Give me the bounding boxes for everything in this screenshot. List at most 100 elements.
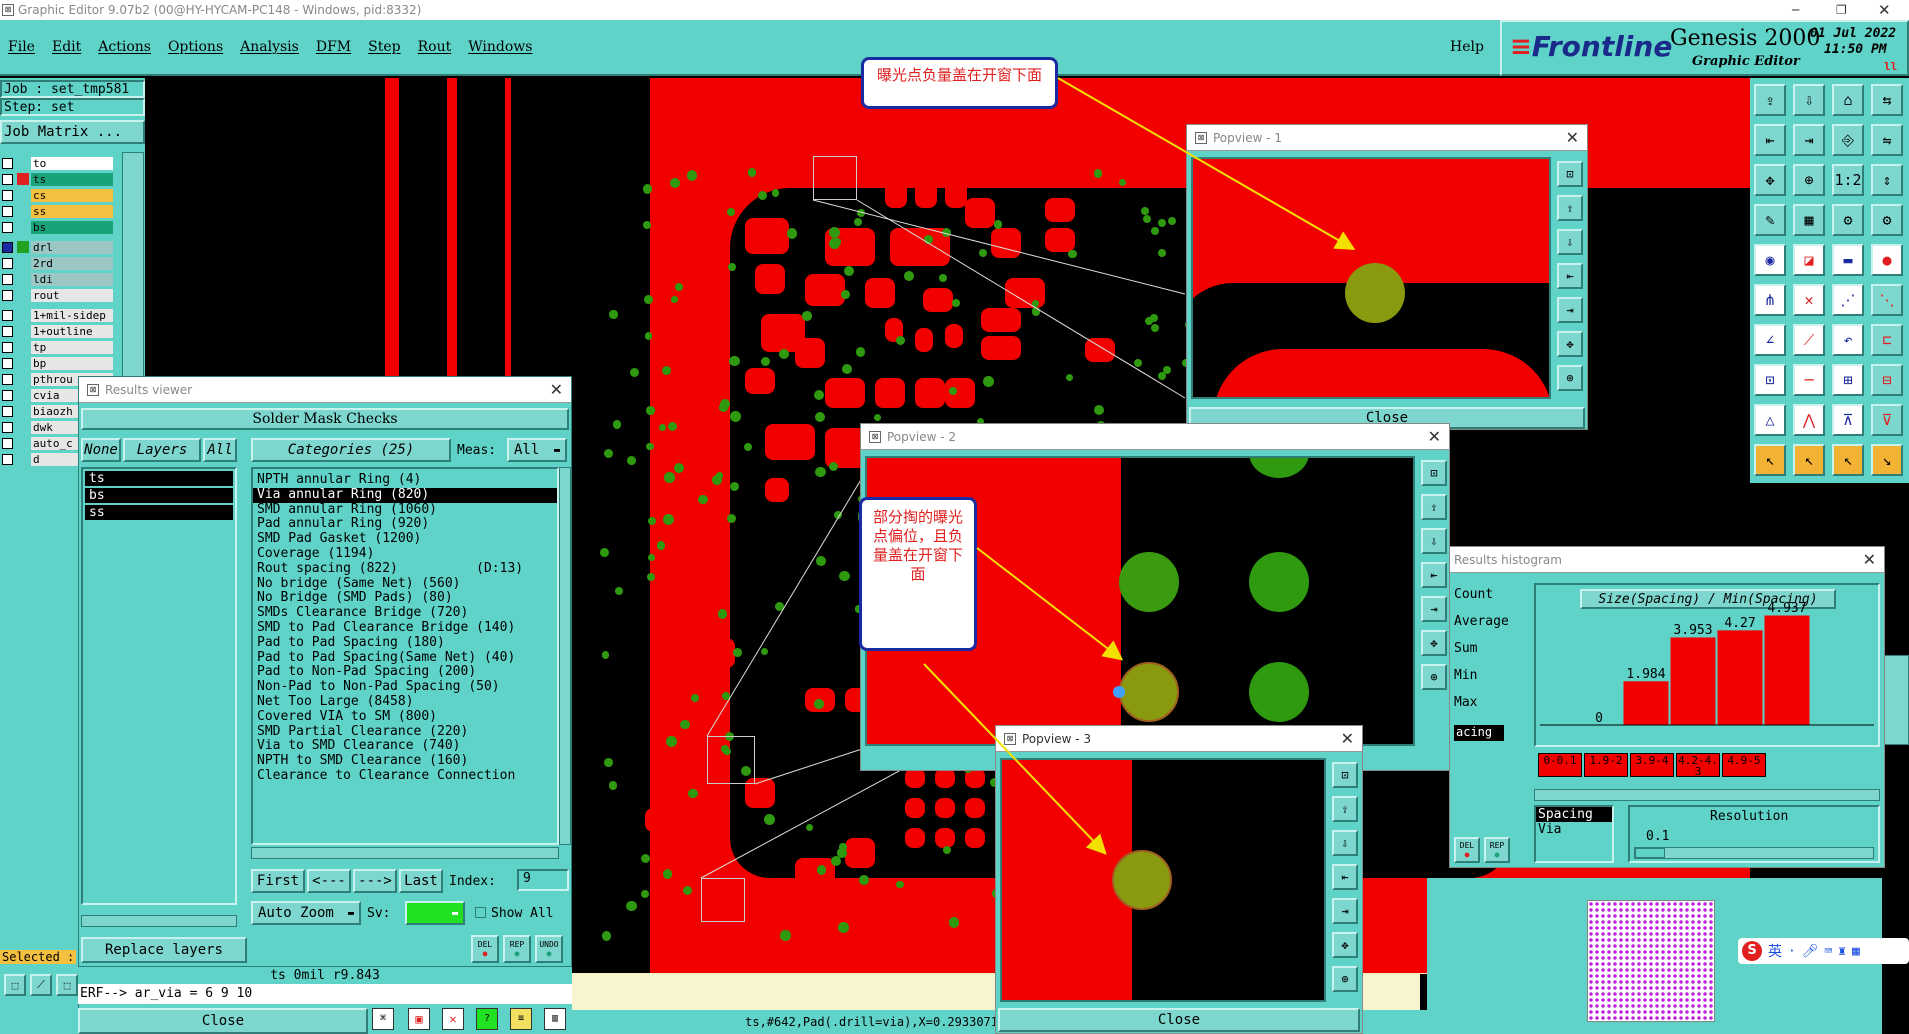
layer-row-cs[interactable]: cs <box>0 188 113 202</box>
spacing-tab[interactable]: acing <box>1454 725 1504 741</box>
popview-1-close-icon[interactable]: ✕ <box>1566 128 1579 147</box>
popview-tool-icon[interactable]: ⇤ <box>1421 562 1447 588</box>
histogram-category[interactable]: 0-0.1 <box>1538 753 1582 777</box>
layer-row-ss[interactable]: ss <box>0 204 113 218</box>
rep-button[interactable]: REP ● <box>503 935 531 963</box>
hist-rep-button[interactable]: REP ● <box>1484 837 1510 863</box>
popview-2-close-icon[interactable]: ✕ <box>1428 427 1441 446</box>
layers-button[interactable]: Layers <box>123 438 201 462</box>
nor-icon[interactable]: ⊽ <box>1871 404 1903 436</box>
popview-tool-icon[interactable]: ⇩ <box>1421 528 1447 554</box>
category-item[interactable]: NPTH to SMD Clearance (160) <box>253 753 557 769</box>
category-item[interactable]: No bridge (Same Net) (560) <box>253 576 557 592</box>
del-button[interactable]: DEL ● <box>471 935 499 963</box>
popview-tool-icon[interactable]: ✥ <box>1421 630 1447 656</box>
popview-tool-icon[interactable]: ⇩ <box>1557 229 1583 255</box>
line-icon[interactable]: ⟋ <box>1793 324 1825 356</box>
close-window-icon[interactable]: ✕ <box>1878 1 1891 19</box>
category-item[interactable]: Coverage (1194) <box>253 546 557 562</box>
tool-b-icon[interactable]: ⟋ <box>30 974 52 996</box>
categories-button[interactable]: Categories (25) <box>251 438 451 462</box>
list-item-via[interactable]: Via <box>1536 822 1612 837</box>
layer-row-2rd[interactable]: 2rd <box>0 256 113 270</box>
popview-tool-icon[interactable]: ⇪ <box>1332 796 1358 822</box>
histogram-hscroll[interactable] <box>1534 789 1880 801</box>
menu-actions[interactable]: Actions <box>98 39 151 55</box>
result-layer-item[interactable]: bs <box>85 488 233 503</box>
popview-tool-icon[interactable]: ⇪ <box>1557 195 1583 221</box>
popview-tool-icon[interactable]: ⊕ <box>1421 664 1447 690</box>
undo-view-icon[interactable]: ⎆ <box>1832 124 1864 156</box>
category-item[interactable]: SMD to Pad Clearance Bridge (140) <box>253 620 557 636</box>
export-icon[interactable]: ⇩ <box>1793 84 1825 116</box>
popview-tool-icon[interactable]: ⇤ <box>1332 864 1358 890</box>
layer-checkbox[interactable] <box>2 405 13 417</box>
restore-icon[interactable]: ❐ <box>1836 3 1847 17</box>
layer-row-drl[interactable]: drl <box>0 240 113 254</box>
grid-icon[interactable]: ▦ <box>1793 204 1825 236</box>
list-item-spacing[interactable]: Spacing <box>1536 807 1612 822</box>
results-close-button[interactable]: Close <box>78 1008 368 1034</box>
category-item[interactable]: Pad annular Ring (920) <box>253 517 557 532</box>
category-item[interactable]: Via to SMD Clearance (740) <box>253 739 557 754</box>
triangle-icon[interactable]: △ <box>1754 404 1786 436</box>
category-item[interactable]: Covered VIA to SM (800) <box>253 709 557 725</box>
popview-tool-icon[interactable]: ⊡ <box>1557 161 1583 187</box>
menu-windows[interactable]: Windows <box>468 39 532 55</box>
auto-zoom-dropdown[interactable]: Auto Zoom ▬ <box>251 901 361 925</box>
box-icon[interactable]: ⊡ <box>1754 364 1786 396</box>
popview-tool-icon[interactable]: ⇤ <box>1557 263 1583 289</box>
layer-row-1+outline[interactable]: 1+outline <box>0 324 113 338</box>
prev-button[interactable]: <--- <box>307 869 351 893</box>
shirt-icon[interactable]: ♜ <box>1838 944 1846 959</box>
popview-3-canvas[interactable] <box>1000 758 1326 1002</box>
menu-analysis[interactable]: Analysis <box>240 39 299 55</box>
layer-checkbox[interactable] <box>2 257 13 269</box>
popview-tool-icon[interactable]: ⇥ <box>1421 596 1447 622</box>
edit-icon[interactable]: ✎ <box>1754 204 1786 236</box>
line-width-icon[interactable]: ▬ <box>1832 244 1864 276</box>
popview-tool-icon[interactable]: ⇪ <box>1421 494 1447 520</box>
show-all-checkbox[interactable] <box>475 907 486 918</box>
hist-del-button[interactable]: DEL ● <box>1454 837 1480 863</box>
popview-3-close-icon[interactable]: ✕ <box>1341 729 1354 748</box>
all-button[interactable]: All <box>203 438 237 462</box>
category-vscroll[interactable] <box>559 467 571 845</box>
tool-view-icon[interactable]: ⌘ <box>372 1008 394 1030</box>
tool-green-icon[interactable]: ? <box>476 1008 498 1030</box>
tool-cross-icon[interactable]: ✕ <box>442 1008 464 1030</box>
histogram-category[interactable]: 3.9-4 <box>1630 753 1674 777</box>
scale-icon[interactable]: 1:2 <box>1832 164 1864 196</box>
layer-row-bs[interactable]: bs <box>0 220 113 234</box>
category-item[interactable]: Pad to Pad Spacing (180) <box>253 635 557 651</box>
snap-icon[interactable]: ◉ <box>1754 244 1786 276</box>
tool-c-icon[interactable]: ⬚ <box>56 974 78 996</box>
menu-file[interactable]: File <box>8 39 35 55</box>
category-hscroll[interactable] <box>251 847 559 859</box>
result-layer-hscroll[interactable] <box>81 915 237 927</box>
layer-row-bp[interactable]: bp <box>0 356 113 370</box>
layer-checkbox[interactable] <box>2 341 13 353</box>
tool-note-icon[interactable]: ≡ <box>510 1008 532 1030</box>
resolution-slider[interactable] <box>1634 847 1874 859</box>
ime-logo-icon[interactable]: S <box>1742 941 1762 961</box>
result-layer-item[interactable]: ts <box>85 471 233 486</box>
layer-checkbox[interactable] <box>2 157 13 169</box>
last-button[interactable]: Last <box>399 869 443 893</box>
route-icon[interactable]: ⋔ <box>1754 284 1786 316</box>
sv-color-dropdown[interactable]: ▬ <box>405 901 465 925</box>
category-item[interactable]: SMD Partial Clearance (220) <box>253 724 557 740</box>
pan-icon[interactable]: ✥ <box>1754 164 1786 196</box>
category-item[interactable]: Via annular Ring (820) <box>253 487 557 503</box>
category-item[interactable]: Net Too Large (8458) <box>253 694 557 710</box>
subtract-icon[interactable]: ⊟ <box>1871 364 1903 396</box>
pointer-icon[interactable]: ↖ <box>1832 444 1864 476</box>
layer-checkbox[interactable] <box>2 357 13 369</box>
minimize-icon[interactable]: ─ <box>1792 3 1799 17</box>
select-alt-icon[interactable]: ↖ <box>1793 444 1825 476</box>
layer-checkbox[interactable] <box>2 453 13 465</box>
zoom-in-icon[interactable]: ⊕ <box>1793 164 1825 196</box>
category-item[interactable]: Pad to Pad Spacing(Same Net) (40) <box>253 650 557 666</box>
redo-view-icon[interactable]: ⇋ <box>1871 124 1903 156</box>
layer-checkbox[interactable] <box>2 173 13 185</box>
